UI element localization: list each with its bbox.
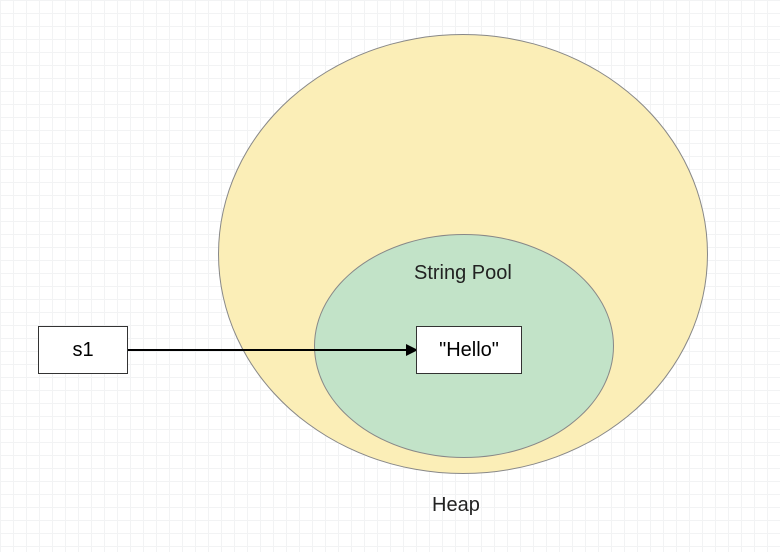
heap-label: Heap [432, 494, 480, 517]
reference-arrow [128, 349, 416, 351]
variable-label: s1 [72, 340, 93, 360]
string-value-box: "Hello" [416, 326, 522, 374]
string-value-label: "Hello" [439, 340, 499, 360]
diagram-canvas: s1 "Hello" String Pool Heap [0, 0, 780, 552]
variable-box-s1: s1 [38, 326, 128, 374]
string-pool-label: String Pool [414, 262, 512, 285]
